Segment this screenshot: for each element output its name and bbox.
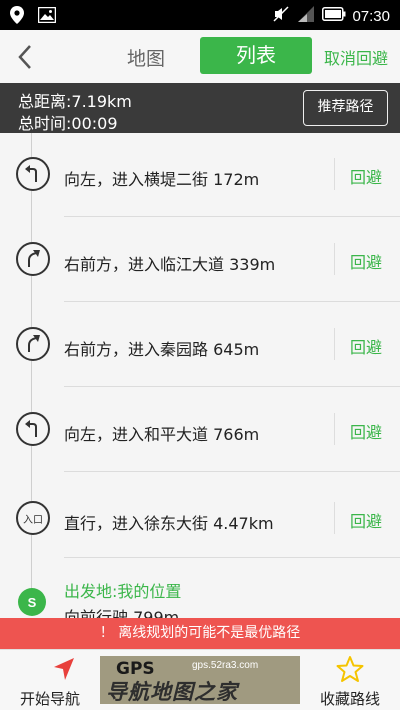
separator [334, 328, 335, 360]
step-instruction: 向左，进入和平大道 766m [64, 425, 260, 444]
tab-list[interactable]: 列表 [200, 37, 312, 74]
turn-left-icon [16, 412, 50, 446]
start-navigation-label: 开始导航 [19, 690, 80, 708]
avoid-button[interactable]: 回避 [350, 419, 382, 443]
turn-left-icon [16, 157, 50, 191]
entrance-icon-label: 入口 [23, 514, 43, 526]
avoid-button[interactable]: 回避 [350, 249, 382, 273]
total-distance: 总距离:7.19km [18, 92, 132, 111]
top-navigation: 地图 列表 取消回避 [0, 30, 400, 83]
avoid-button[interactable]: 回避 [350, 164, 382, 188]
favorite-route-label: 收藏路线 [319, 690, 380, 708]
origin-instruction: 向前行驶 799m [64, 608, 180, 618]
bear-right-icon [16, 242, 50, 276]
navigation-arrow-icon [54, 658, 74, 680]
location-icon [10, 6, 24, 28]
start-marker-icon: S [18, 588, 46, 616]
step-instruction: 右前方，进入临江大道 339m [64, 255, 276, 274]
divider [64, 471, 400, 472]
banner-url: gps.52ra3.com [192, 660, 259, 671]
separator [334, 413, 335, 445]
status-bar: 07:30 [0, 0, 400, 30]
route-summary: 总距离:7.19km 总时间:00:09 推荐路径 [0, 83, 400, 133]
list-item: 右前方，进入秦园路 645m 回避 [0, 303, 400, 388]
list-item: 右前方，进入临江大道 339m 回避 [0, 218, 400, 303]
list-item: 入口 直行，进入徐东大街 4.47km 回避 [0, 473, 400, 558]
bottom-action-bar: 开始导航 GPS gps.52ra3.com 导航地图之家 收藏路线 [0, 649, 400, 710]
divider [64, 557, 400, 558]
image-icon [37, 6, 57, 27]
divider [64, 216, 400, 217]
cancel-avoid-button[interactable]: 取消回避 [324, 45, 388, 69]
favorite-route-button[interactable]: 收藏路线 [300, 650, 400, 710]
route-step-list[interactable]: 向左，进入横堤二街 172m 回避 右前方，进入临江大道 339m 回避 右前方… [0, 133, 400, 618]
total-time: 总时间:00:09 [18, 114, 118, 133]
avoid-button[interactable]: 回避 [350, 508, 382, 532]
signal-icon [296, 6, 316, 26]
tab-map[interactable]: 地图 [118, 44, 174, 71]
battery-icon [322, 7, 346, 25]
step-instruction: 右前方，进入秦园路 645m [64, 340, 260, 359]
offline-warning-banner: ！ 离线规划的可能不是最优路径 [0, 618, 400, 649]
divider [64, 301, 400, 302]
watermark-banner: GPS gps.52ra3.com 导航地图之家 [100, 656, 300, 704]
mute-icon [272, 5, 290, 27]
clock: 07:30 [352, 7, 390, 25]
back-button[interactable] [10, 40, 40, 74]
star-icon [336, 656, 364, 682]
bear-right-icon [16, 327, 50, 361]
chevron-left-icon [18, 45, 31, 69]
avoid-button[interactable]: 回避 [350, 334, 382, 358]
recommend-route-button[interactable]: 推荐路径 [303, 90, 388, 126]
step-instruction: 向左，进入横堤二街 172m [64, 170, 260, 189]
entrance-icon: 入口 [16, 501, 50, 535]
separator [334, 243, 335, 275]
separator [334, 158, 335, 190]
origin-title: 出发地:我的位置 [64, 582, 182, 601]
start-navigation-button[interactable]: 开始导航 [0, 650, 100, 710]
divider [64, 386, 400, 387]
banner-name: 导航地图之家 [106, 680, 238, 704]
start-marker-label: S [27, 594, 37, 610]
step-instruction: 直行，进入徐东大街 4.47km [64, 514, 274, 533]
list-item: 向左，进入横堤二街 172m 回避 [0, 133, 400, 218]
list-item: 向左，进入和平大道 766m 回避 [0, 388, 400, 473]
separator [334, 502, 335, 534]
